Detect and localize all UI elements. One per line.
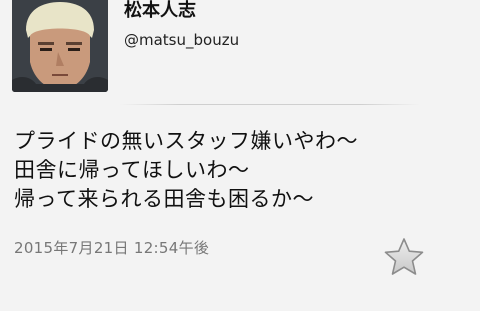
tweet-line: 田舎に帰ってほしいわ～ xyxy=(14,158,250,182)
tweet-timestamp: 2015年7月21日 12:54午後 xyxy=(14,239,210,257)
tweet-card: 松本人志 @matsu_bouzu プライドの無いスタッフ嫌いやわ～ 田舎に帰っ… xyxy=(0,0,480,311)
favorite-button[interactable] xyxy=(383,236,425,278)
tweet-line: プライドの無いスタッフ嫌いやわ～ xyxy=(14,129,358,153)
avatar-photo xyxy=(12,0,108,92)
divider xyxy=(120,104,420,105)
tweet-text: プライドの無いスタッフ嫌いやわ～ 田舎に帰ってほしいわ～ 帰って来られる田舎も困… xyxy=(14,127,474,214)
avatar[interactable] xyxy=(12,0,108,92)
tweet-line: 帰って来られる田舎も困るか～ xyxy=(14,187,314,211)
display-name[interactable]: 松本人志 xyxy=(124,0,196,22)
user-handle[interactable]: @matsu_bouzu xyxy=(124,30,239,50)
star-icon xyxy=(384,238,424,275)
